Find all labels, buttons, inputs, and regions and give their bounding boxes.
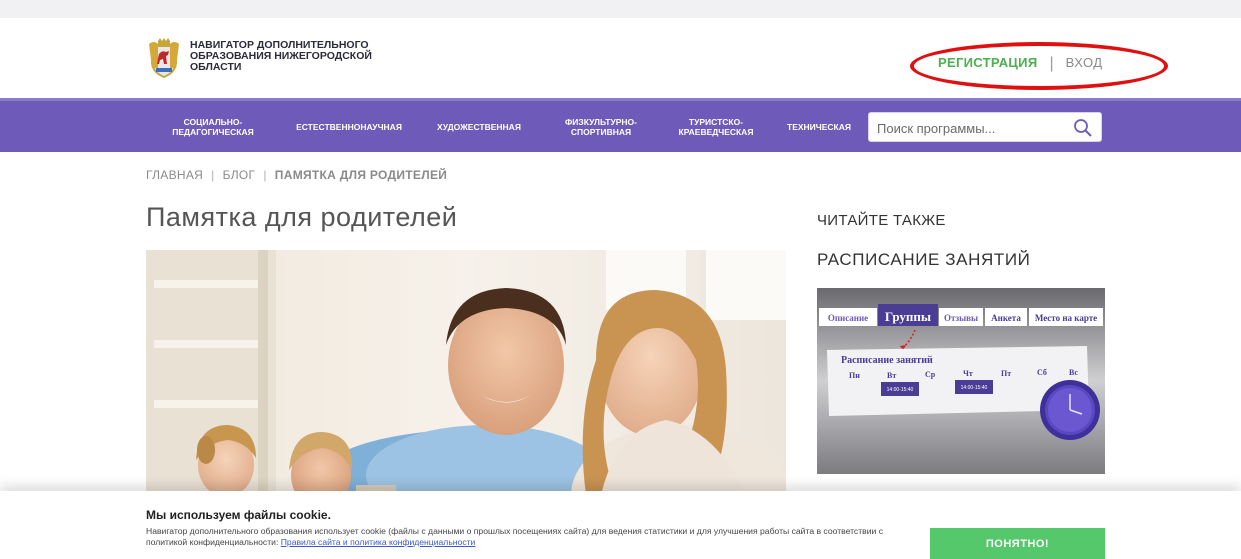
breadcrumb-home[interactable]: ГЛАВНАЯ: [146, 168, 203, 182]
site-header: НАВИГАТОР ДОПОЛНИТЕЛЬНОГО ОБРАЗОВАНИЯ НИ…: [0, 18, 1241, 98]
site-logo-text[interactable]: НАВИГАТОР ДОПОЛНИТЕЛЬНОГО ОБРАЗОВАНИЯ НИ…: [190, 40, 430, 73]
nav-label: СОЦИАЛЬНО-: [183, 116, 243, 127]
top-strip: [0, 0, 1241, 18]
thumb-day-sun: Вс: [1069, 368, 1078, 377]
thumb-day-thu: Чт: [963, 369, 973, 378]
page-title: Памятка для родителей: [146, 202, 458, 232]
nav-label: ФИЗКУЛЬТУРНО-: [565, 116, 637, 127]
accept-cookies-button[interactable]: ПОНЯТНО!: [930, 528, 1105, 559]
thumb-day-fri: Пт: [1001, 369, 1011, 378]
schedule-thumbnail-image: Описание Группы Отзывы Анкета Место на к…: [817, 288, 1105, 474]
nav-item-sports[interactable]: ФИЗКУЛЬТУРНО- СПОРТИВНАЯ: [540, 101, 662, 152]
nav-item-social-pedagogical[interactable]: СОЦИАЛЬНО- ПЕДАГОГИЧЕСКАЯ: [146, 101, 280, 152]
logo-line-3: ОБЛАСТИ: [190, 61, 242, 73]
nav-label: ПЕДАГОГИЧЕСКАЯ: [172, 126, 254, 137]
breadcrumb-separator: |: [211, 168, 215, 182]
nav-label: ЕСТЕСТВЕННОНАУЧНАЯ: [296, 121, 402, 132]
article-hero-image: [146, 250, 786, 495]
thumb-tab-groups: Группы: [885, 309, 931, 324]
thumb-tab-survey: Анкета: [991, 313, 1021, 323]
thumb-slot-tue: 14:00-15:40: [887, 387, 914, 393]
category-nav: СОЦИАЛЬНО- ПЕДАГОГИЧЕСКАЯ ЕСТЕСТВЕННОНАУЧ…: [0, 98, 1241, 152]
sidebar-article-thumbnail[interactable]: Описание Группы Отзывы Анкета Место на к…: [817, 288, 1105, 474]
cookie-text: Навигатор дополнительного образования ис…: [146, 526, 926, 548]
cookie-description: Навигатор дополнительного образования ис…: [146, 526, 884, 547]
breadcrumb: ГЛАВНАЯ | БЛОГ | ПАМЯТКА ДЛЯ РОДИТЕЛЕЙ: [146, 168, 447, 182]
auth-separator: |: [1049, 55, 1054, 72]
family-photo: [146, 250, 786, 495]
cookie-title: Мы используем файлы cookie.: [146, 508, 331, 522]
nav-label: ТУРИСТСКО-: [688, 116, 744, 127]
sidebar-heading: ЧИТАЙТЕ ТАКЖЕ: [817, 212, 946, 229]
thumb-day-tue: Вт: [887, 371, 896, 380]
nav-item-technical[interactable]: ТЕХНИЧЕСКАЯ: [776, 101, 862, 152]
thumb-tab-description: Описание: [828, 313, 868, 323]
nav-label: КРАЕВЕДЧЕСКАЯ: [678, 126, 754, 137]
search-box: [868, 112, 1102, 142]
breadcrumb-blog[interactable]: БЛОГ: [223, 168, 256, 182]
thumb-tab-reviews: Отзывы: [944, 313, 978, 323]
privacy-policy-link[interactable]: Правила сайта и политика конфиденциально…: [281, 537, 476, 547]
nav-item-natural-science[interactable]: ЕСТЕСТВЕННОНАУЧНАЯ: [282, 101, 416, 152]
auth-links: РЕГИСТРАЦИЯ | ВХОД: [938, 54, 1103, 72]
nav-item-art[interactable]: ХУДОЖЕСТВЕННАЯ: [424, 101, 534, 152]
breadcrumb-separator: |: [263, 168, 267, 182]
thumb-day-mon: Пн: [849, 371, 860, 380]
nav-label: ХУДОЖЕСТВЕННАЯ: [437, 121, 521, 132]
thumb-day-wed: Ср: [925, 370, 936, 379]
nav-item-tourism[interactable]: ТУРИСТСКО- КРАЕВЕДЧЕСКАЯ: [660, 101, 772, 152]
register-link[interactable]: РЕГИСТРАЦИЯ: [938, 55, 1037, 70]
thumb-day-sat: Сб: [1037, 368, 1047, 377]
coat-of-arms-logo[interactable]: [146, 38, 182, 78]
nav-label: СПОРТИВНАЯ: [570, 126, 632, 137]
thumb-schedule-title: Расписание занятий: [841, 355, 933, 366]
nav-label: ТЕХНИЧЕСКАЯ: [787, 121, 851, 132]
search-icon[interactable]: [1073, 118, 1093, 138]
login-link[interactable]: ВХОД: [1066, 55, 1103, 70]
sidebar-article-link[interactable]: РАСПИСАНИЕ ЗАНЯТИЙ: [817, 250, 1030, 270]
thumb-tab-map: Место на карте: [1035, 313, 1097, 323]
cookie-banner: Мы используем файлы cookie. Навигатор до…: [0, 491, 1241, 559]
search-input[interactable]: [877, 117, 1067, 139]
breadcrumb-current: ПАМЯТКА ДЛЯ РОДИТЕЛЕЙ: [274, 168, 448, 182]
thumb-slot-thu: 14:00-15:40: [961, 385, 988, 391]
